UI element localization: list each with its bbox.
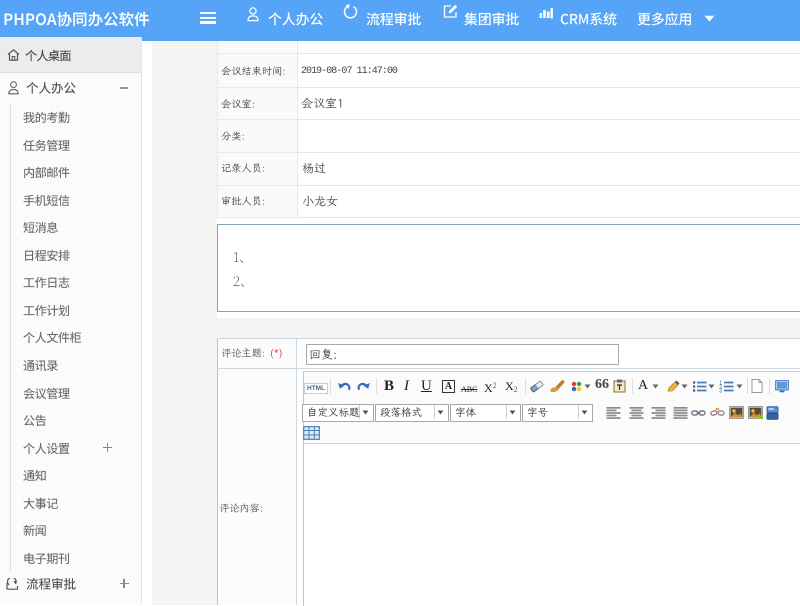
svg-text:3: 3 <box>719 388 722 393</box>
